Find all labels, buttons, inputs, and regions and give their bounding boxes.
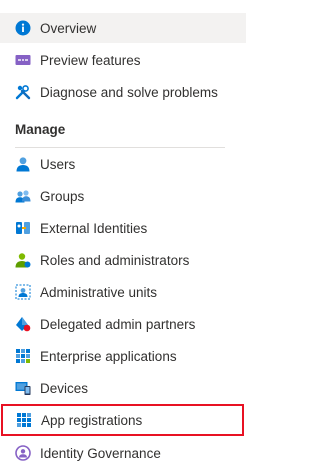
nav-item-label: Administrative units (40, 284, 158, 300)
nav-item-delegated-admin-partners[interactable]: Delegated admin partners (0, 309, 246, 339)
nav-item-users[interactable]: Users (0, 149, 246, 179)
nav-item-label: Roles and administrators (40, 252, 190, 268)
delegated-partners-icon (15, 316, 31, 332)
nav-item-identity-governance[interactable]: Identity Governance (0, 438, 246, 468)
identity-governance-icon (15, 445, 31, 461)
info-icon (15, 20, 31, 36)
nav-item-label: Diagnose and solve problems (40, 84, 218, 100)
nav-item-label: Delegated admin partners (40, 316, 196, 332)
wrench-icon (15, 84, 31, 100)
section-divider (15, 147, 225, 148)
roles-icon (15, 252, 31, 268)
nav-item-label: Groups (40, 188, 85, 204)
nav-item-app-registrations[interactable]: App registrations (1, 404, 244, 436)
app-registrations-icon (16, 412, 32, 428)
nav-item-label: App registrations (41, 412, 143, 428)
nav-item-preview-features[interactable]: Preview features (0, 45, 246, 75)
groups-icon (15, 188, 31, 204)
nav-item-overview[interactable]: Overview (0, 13, 246, 43)
nav-item-devices[interactable]: Devices (0, 373, 246, 403)
user-icon (15, 156, 31, 172)
enterprise-apps-icon (15, 348, 31, 364)
nav-item-label: Enterprise applications (40, 348, 177, 364)
devices-icon (15, 380, 31, 396)
nav-item-label: Users (40, 156, 76, 172)
admin-units-icon (15, 284, 31, 300)
nav-item-groups[interactable]: Groups (0, 181, 246, 211)
left-nav-menu: Overview Preview features Diagnose and s… (0, 0, 246, 474)
external-identities-icon (15, 220, 31, 236)
nav-item-label: External Identities (40, 220, 148, 236)
nav-item-enterprise-applications[interactable]: Enterprise applications (0, 341, 246, 371)
nav-item-label: Identity Governance (40, 445, 161, 461)
nav-item-diagnose-and-solve[interactable]: Diagnose and solve problems (0, 77, 246, 107)
nav-item-external-identities[interactable]: External Identities (0, 213, 246, 243)
nav-item-label: Overview (40, 20, 97, 36)
nav-item-label: Preview features (40, 52, 141, 68)
preview-features-icon (15, 52, 31, 68)
nav-item-roles-and-administrators[interactable]: Roles and administrators (0, 245, 246, 275)
nav-item-label: Devices (40, 380, 89, 396)
nav-item-administrative-units[interactable]: Administrative units (0, 277, 246, 307)
section-title-manage: Manage (15, 122, 66, 137)
